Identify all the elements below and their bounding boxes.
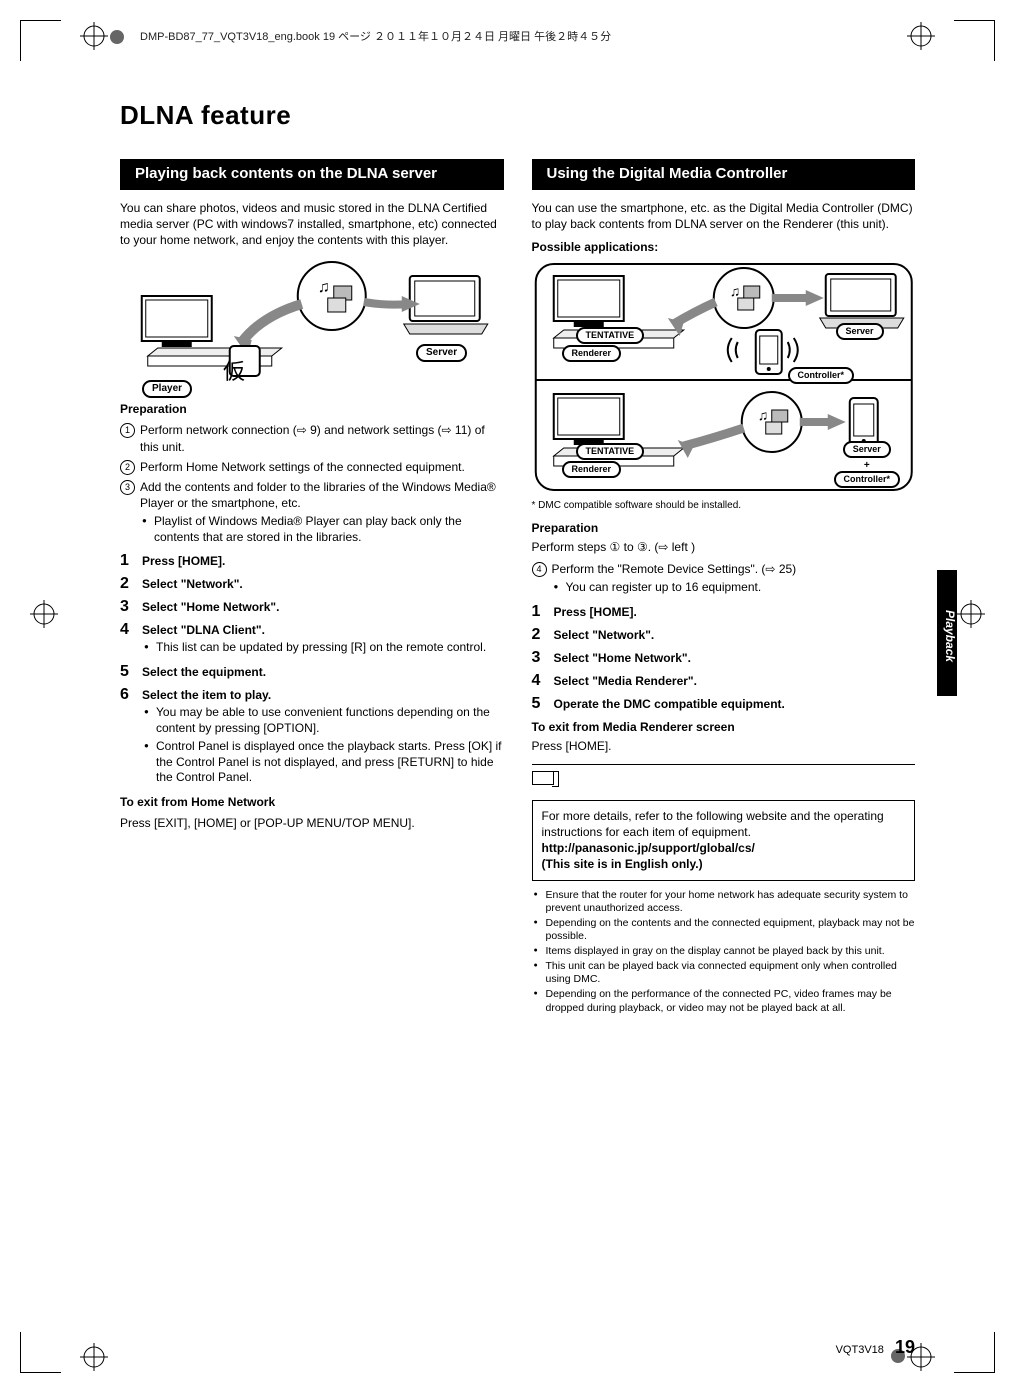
svg-text:♫: ♫ (318, 279, 330, 296)
register-disc (110, 30, 124, 44)
preparation-head: Preparation (532, 521, 916, 535)
step-sub-bullet: Control Panel is displayed once the play… (142, 739, 504, 786)
prep-item: 4Perform the "Remote Device Settings". (… (532, 561, 916, 596)
info-url: http://panasonic.jp/support/global/cs/ (542, 841, 755, 855)
note-bullet: Ensure that the router for your home net… (532, 889, 916, 915)
step-sub-bullet: You may be able to use convenient functi… (142, 705, 504, 736)
prep-sub-bullet: You can register up to 16 equipment. (552, 580, 916, 596)
section-tab-playback: Playback (937, 570, 957, 696)
step: 4Select "DLNA Client". This list can be … (120, 623, 504, 656)
step: 3Select "Home Network". (120, 600, 504, 614)
exit-head: To exit from Media Renderer screen (532, 720, 916, 734)
prep-item: 3Add the contents and folder to the libr… (120, 479, 504, 546)
dmc-footnote: * DMC compatible software should be inst… (532, 499, 916, 513)
placeholder-kanji: 仮 (223, 354, 245, 386)
note-bullet: Items displayed in gray on the display c… (532, 945, 916, 958)
controller-label: Controller* (788, 367, 855, 384)
section-head-dlna-server: Playing back contents on the DLNA server (120, 159, 504, 190)
exit-head: To exit from Home Network (120, 795, 504, 809)
step-sub-bullet: This list can be updated by pressing [R]… (142, 640, 504, 656)
player-label: Player (142, 380, 192, 398)
crop-mark (20, 20, 61, 61)
page-number: 19 (895, 1337, 915, 1357)
book-header: DMP-BD87_77_VQT3V18_eng.book 19 ページ ２０１１… (140, 28, 611, 44)
dlna-diagram: ♫ (120, 256, 504, 394)
server-label: Server (843, 441, 891, 458)
step: 5Operate the DMC compatible equipment. (532, 697, 916, 711)
intro-text: You can use the smartphone, etc. as the … (532, 200, 916, 232)
svg-text:♫: ♫ (729, 283, 740, 299)
step: 1Press [HOME]. (120, 554, 504, 568)
note-bullet: Depending on the performance of the conn… (532, 988, 916, 1014)
exit-body: Press [HOME]. (532, 738, 916, 754)
step: 1Press [HOME]. (532, 605, 916, 619)
prep-item: 2Perform Home Network settings of the co… (120, 459, 504, 475)
info-english-only: (This site is in English only.) (542, 857, 703, 871)
register-mark-icon (957, 600, 985, 628)
footer-code: VQT3V18 (836, 1344, 884, 1356)
note-icon (532, 771, 554, 785)
intro-text: You can share photos, videos and music s… (120, 200, 504, 249)
section-title: Playing back contents on the DLNA server (129, 159, 504, 190)
prep-sub-bullet: Playlist of Windows Media® Player can pl… (140, 514, 504, 545)
register-mark-icon (30, 600, 58, 628)
step: 2Select "Network". (120, 577, 504, 591)
page-footer: VQT3V18 19 (836, 1337, 915, 1358)
server-label: Server (416, 344, 467, 362)
step: 3Select "Home Network". (532, 651, 916, 665)
info-box: For more details, refer to the following… (532, 800, 916, 881)
crop-mark (954, 20, 995, 61)
dmc-diagram: ♫ (532, 262, 916, 495)
preparation-head: Preparation (120, 402, 504, 416)
renderer-label: Renderer (562, 461, 622, 478)
page-title: DLNA feature (120, 100, 915, 131)
server-label: Server (836, 323, 884, 340)
crop-mark (20, 1332, 61, 1373)
note-bullet: Depending on the contents and the connec… (532, 917, 916, 943)
possible-apps-head: Possible applications: (532, 240, 916, 254)
section-head-dmc: Using the Digital Media Controller (532, 159, 916, 190)
section-title: Using the Digital Media Controller (541, 159, 916, 190)
step: 5Select the equipment. (120, 665, 504, 679)
register-mark-icon (907, 22, 935, 50)
note-bullet: This unit can be played back via connect… (532, 960, 916, 986)
renderer-label: Renderer (562, 345, 622, 362)
prep-item: 1Perform network connection (⇨ 9) and ne… (120, 422, 504, 454)
tentative-label: TENTATIVE (576, 443, 645, 460)
step: 6Select the item to play. You may be abl… (120, 688, 504, 786)
prep-line: Perform steps ① to ③. (⇨ left ) (532, 539, 916, 555)
exit-body: Press [EXIT], [HOME] or [POP-UP MENU/TOP… (120, 815, 504, 831)
tentative-label: TENTATIVE (576, 327, 645, 344)
register-mark-icon (80, 22, 108, 50)
svg-text:♫: ♫ (757, 407, 768, 423)
crop-mark (954, 1332, 995, 1373)
register-mark-icon (80, 1343, 108, 1371)
plus-label: + (864, 460, 870, 471)
step: 2Select "Network". (532, 628, 916, 642)
step: 4Select "Media Renderer". (532, 674, 916, 688)
controller-label: Controller* (834, 471, 901, 488)
